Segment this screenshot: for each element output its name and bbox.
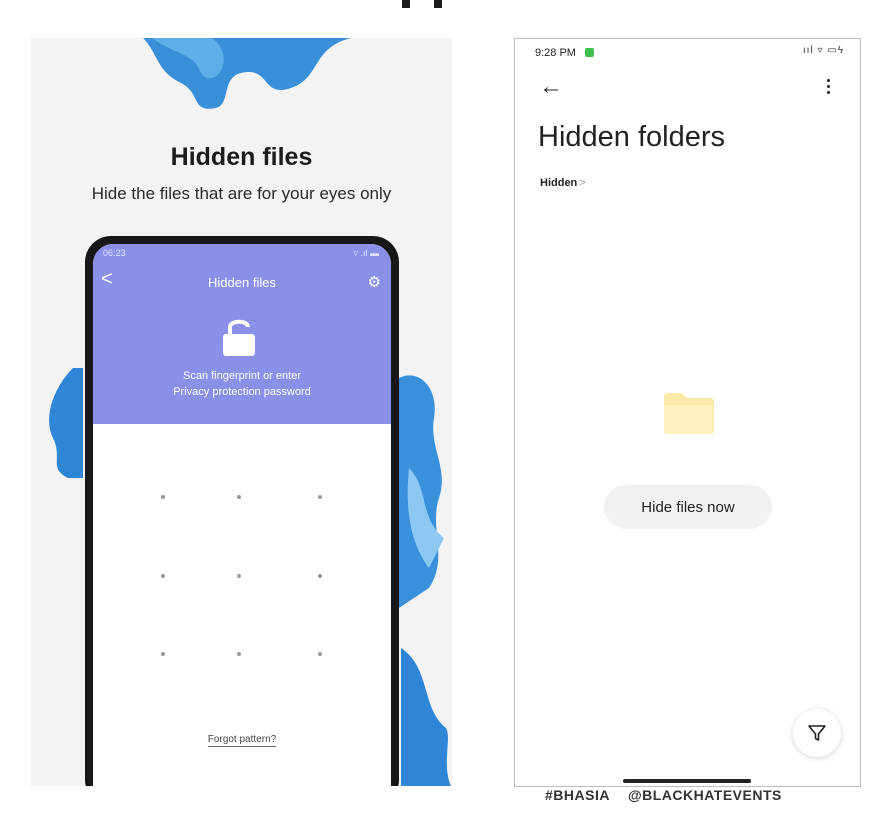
cropped-title-fragment: [402, 0, 442, 8]
phone-screen: 06:23 ▿ .ıl ▬ < Hidden files ⚙ Scan fing…: [93, 244, 391, 786]
promo-title: Hidden files: [170, 143, 313, 171]
filter-icon: [808, 725, 826, 741]
pattern-dot[interactable]: [318, 652, 322, 656]
page-title: Hidden folders: [538, 121, 725, 153]
phone-mockup: 06:23 ▿ .ıl ▬ < Hidden files ⚙ Scan fing…: [85, 236, 399, 786]
notification-icon: [585, 48, 594, 57]
phone-header: 06:23 ▿ .ıl ▬ < Hidden files ⚙ Scan fing…: [93, 244, 391, 424]
pattern-dot[interactable]: [161, 495, 165, 499]
pattern-dot[interactable]: [161, 652, 165, 656]
back-arrow-icon[interactable]: ←: [539, 73, 563, 101]
phone-status-icons: ▿ .ıl ▬: [353, 248, 379, 258]
vertical-dots-icon[interactable]: [826, 79, 830, 95]
pattern-dot[interactable]: [237, 495, 241, 499]
unlock-instructions: Scan fingerprint or enter Privacy protec…: [93, 368, 391, 400]
hidden-folders-screen: 9:28 PM ııl ▿ ▭ϟ ← Hidden folders Hidden…: [514, 38, 861, 787]
pattern-dot[interactable]: [318, 574, 322, 578]
phone-screen-title: Hidden files: [208, 275, 276, 290]
pattern-dot[interactable]: [318, 495, 322, 499]
paint-splash-right: [399, 375, 444, 608]
status-time: 9:28 PM: [535, 47, 576, 59]
pattern-dot[interactable]: [237, 652, 241, 656]
footer-handle: @BLACKHATEVENTS: [627, 787, 782, 803]
home-indicator: [623, 779, 751, 783]
promo-subtitle: Hide the files that are for your eyes on…: [91, 184, 392, 203]
gear-icon[interactable]: ⚙: [368, 273, 381, 291]
pattern-dot[interactable]: [237, 574, 241, 578]
unlock-instructions-line2: Privacy protection password: [173, 386, 311, 398]
pattern-dot[interactable]: [161, 574, 165, 578]
footer-hashtag: #BHASIA: [545, 787, 610, 803]
paint-splash-left: [49, 368, 83, 478]
promo-panel: Hidden files Hide the files that are for…: [31, 38, 452, 786]
breadcrumb-separator: >: [579, 177, 586, 189]
breadcrumb[interactable]: Hidden >: [540, 177, 586, 189]
status-icons: ııl ▿ ▭ϟ: [802, 45, 844, 56]
hide-files-now-button[interactable]: Hide files now: [604, 485, 772, 529]
breadcrumb-hidden[interactable]: Hidden: [540, 177, 577, 189]
filter-button[interactable]: [793, 709, 841, 757]
forgot-pattern-link[interactable]: Forgot pattern?: [93, 734, 391, 747]
event-footer: #BHASIA @BLACKHATEVENTS: [545, 787, 782, 803]
paint-splash-top: [142, 38, 351, 109]
folder-icon: [664, 393, 714, 434]
unlock-instructions-line1: Scan fingerprint or enter: [182, 370, 301, 382]
phone-status-time: 06:23: [103, 248, 126, 258]
lock-icon: [223, 319, 255, 356]
paint-splash-bottom-right: [401, 648, 452, 786]
